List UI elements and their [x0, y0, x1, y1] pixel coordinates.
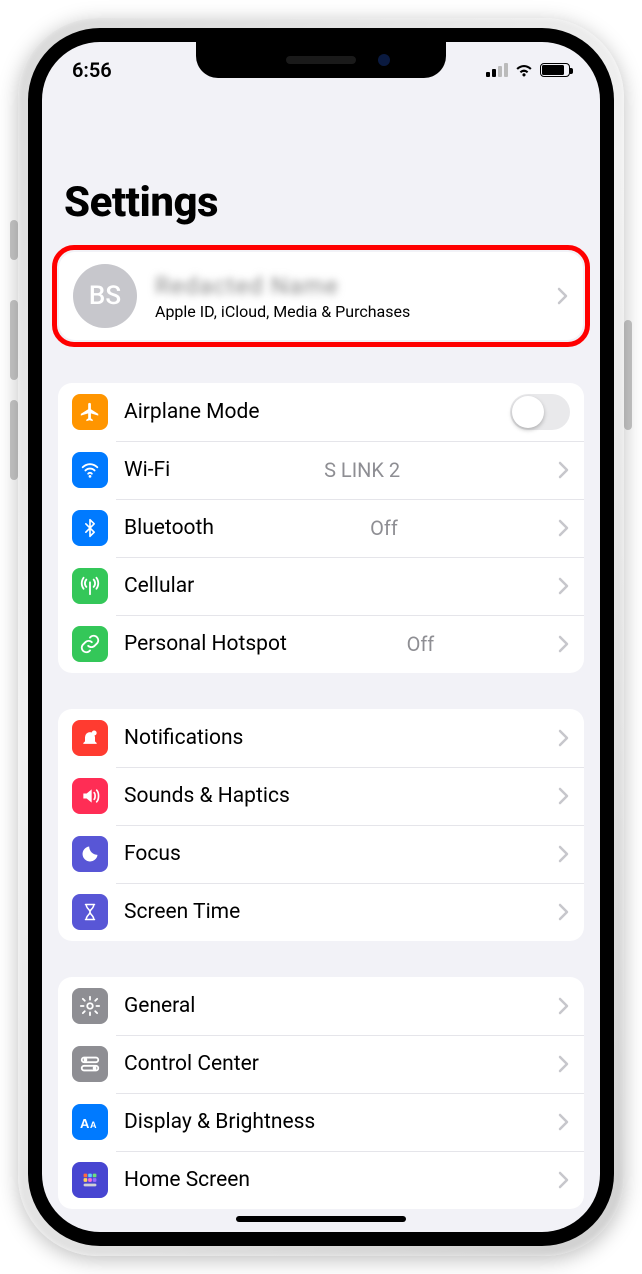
chevron-right-icon: [558, 1055, 570, 1073]
settings-row-airplane-mode[interactable]: Airplane Mode: [58, 383, 584, 441]
settings-row-screen-time[interactable]: Screen Time: [58, 883, 584, 941]
textsize-icon: AA: [72, 1104, 108, 1140]
link-icon: [72, 626, 108, 662]
settings-row-notifications[interactable]: Notifications: [58, 709, 584, 767]
svg-text:A: A: [80, 1116, 90, 1131]
status-time: 6:56: [72, 58, 112, 82]
antenna-icon: [72, 568, 108, 604]
row-label: Sounds & Haptics: [108, 784, 290, 808]
row-label: Display & Brightness: [108, 1110, 315, 1134]
row-label: General: [108, 994, 195, 1018]
chevron-right-icon: [558, 577, 570, 595]
row-label: Bluetooth: [108, 516, 214, 540]
chevron-right-icon: [558, 1171, 570, 1189]
row-detail: S LINK 2: [324, 458, 404, 482]
moon-icon: [72, 836, 108, 872]
profile-subtitle: Apple ID, iCloud, Media & Purchases: [155, 302, 557, 321]
chevron-right-icon: [558, 845, 570, 863]
settings-scroll[interactable]: Settings BS Redacted Name Apple ID, iClo…: [42, 98, 600, 1232]
device-frame: 6:56 Settings BS: [18, 18, 624, 1256]
grid-icon: [72, 1162, 108, 1198]
avatar: BS: [73, 264, 137, 328]
speaker-icon: [72, 778, 108, 814]
apple-id-row[interactable]: BS Redacted Name Apple ID, iCloud, Media…: [59, 252, 583, 340]
row-label: Screen Time: [108, 900, 240, 924]
chevron-right-icon: [558, 519, 570, 537]
row-label: Home Screen: [108, 1168, 250, 1192]
battery-icon: [540, 63, 570, 77]
gear-icon: [72, 988, 108, 1024]
chevron-right-icon: [558, 729, 570, 747]
bell-icon: [72, 720, 108, 756]
profile-group: BS Redacted Name Apple ID, iCloud, Media…: [59, 252, 583, 340]
page-title: Settings: [64, 178, 578, 227]
chevron-right-icon: [558, 787, 570, 805]
row-label: Airplane Mode: [108, 400, 259, 424]
chevron-right-icon: [558, 1113, 570, 1131]
settings-row-general[interactable]: General: [58, 977, 584, 1035]
settings-row-personal-hotspot[interactable]: Personal Hotspot Off: [58, 615, 584, 673]
settings-row-control-center[interactable]: Control Center: [58, 1035, 584, 1093]
chevron-right-icon: [558, 997, 570, 1015]
row-label: Cellular: [108, 574, 194, 598]
profile-name: Redacted Name: [155, 272, 557, 300]
settings-row-sounds-haptics[interactable]: Sounds & Haptics: [58, 767, 584, 825]
settings-row-focus[interactable]: Focus: [58, 825, 584, 883]
row-label: Focus: [108, 842, 181, 866]
chevron-right-icon: [558, 903, 570, 921]
highlight-ring: BS Redacted Name Apple ID, iCloud, Media…: [52, 245, 590, 347]
wifi-icon: [72, 452, 108, 488]
hourglass-icon: [72, 894, 108, 930]
switches-icon: [72, 1046, 108, 1082]
home-indicator[interactable]: [236, 1216, 406, 1222]
row-label: Wi-Fi: [108, 458, 170, 482]
notch: [196, 42, 446, 78]
side-button-volume-down: [10, 400, 18, 480]
settings-row-wi-fi[interactable]: Wi-Fi S LINK 2: [58, 441, 584, 499]
wifi-status-icon: [514, 63, 534, 77]
chevron-right-icon: [557, 287, 569, 305]
settings-row-bluetooth[interactable]: Bluetooth Off: [58, 499, 584, 557]
row-label: Notifications: [108, 726, 243, 750]
side-button-volume-up: [10, 300, 18, 380]
chevron-right-icon: [558, 635, 570, 653]
side-button-power: [624, 320, 632, 430]
bluetooth-icon: [72, 510, 108, 546]
settings-row-display-brightness[interactable]: AADisplay & Brightness: [58, 1093, 584, 1151]
row-detail: Off: [370, 516, 402, 540]
toggle-airplane-mode[interactable]: [510, 394, 570, 430]
row-label: Personal Hotspot: [108, 632, 287, 656]
chevron-right-icon: [558, 461, 570, 479]
settings-group: GeneralControl CenterAADisplay & Brightn…: [58, 977, 584, 1209]
row-detail: Off: [407, 632, 439, 656]
settings-row-home-screen[interactable]: Home Screen: [58, 1151, 584, 1209]
airplane-icon: [72, 394, 108, 430]
row-label: Control Center: [108, 1052, 259, 1076]
cellular-signal-icon: [486, 63, 508, 77]
svg-text:A: A: [90, 1120, 97, 1130]
settings-group: Airplane Mode Wi-Fi S LINK 2 Bluetooth Off Ce…: [58, 383, 584, 673]
settings-row-cellular[interactable]: Cellular: [58, 557, 584, 615]
settings-group: Notifications Sounds & Haptics Focus Screen…: [58, 709, 584, 941]
side-button-silent: [10, 220, 18, 260]
